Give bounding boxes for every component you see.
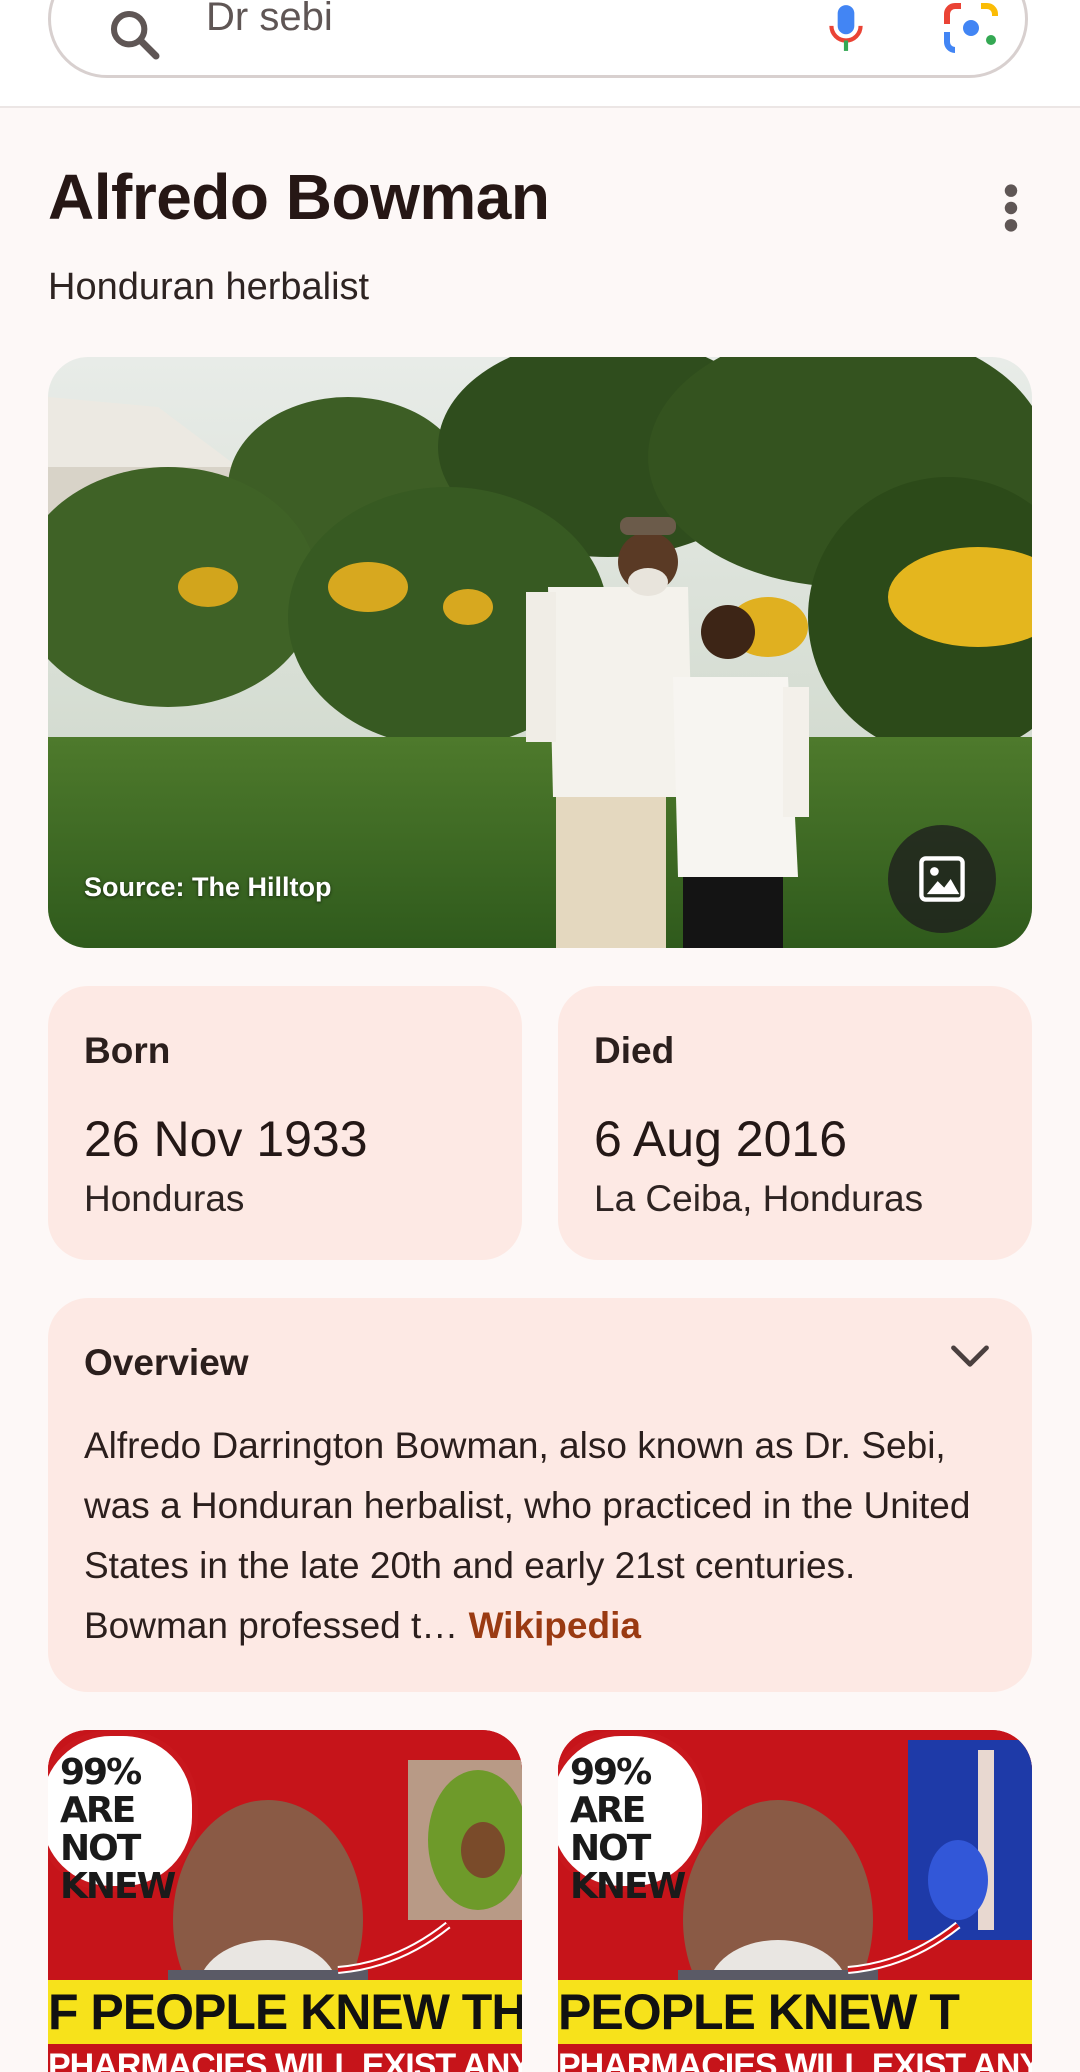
hero-image[interactable]: Source: The Hilltop — [48, 357, 1032, 948]
hero-photo — [48, 357, 1032, 948]
died-label: Died — [594, 1030, 675, 1071]
thumbnail-subheadline: PHARMACIES WILL EXIST ANY — [48, 2044, 522, 2072]
died-date: 6 Aug 2016 — [594, 1111, 848, 1167]
mic-icon[interactable] — [821, 3, 871, 53]
search-input[interactable]: Dr sebi — [206, 0, 333, 40]
died-place: La Ceiba, Honduras — [594, 1178, 924, 1219]
overview-text: Alfredo Darrington Bowman, also known as… — [84, 1416, 1004, 1656]
search-bar[interactable]: Dr sebi — [48, 0, 1028, 78]
thumbnail-headline: F PEOPLE KNEW TH — [48, 1980, 522, 2044]
overview-title: Overview — [84, 1342, 249, 1383]
died-card[interactable]: Died 6 Aug 2016 La Ceiba, Honduras — [558, 986, 1032, 1260]
search-icon[interactable] — [107, 7, 163, 63]
video-thumbnail[interactable]: 99% ARE NOT KNEW F PEOPLE KNEW TH PHARMA… — [48, 1730, 522, 2072]
entity-title: Alfredo Bowman — [48, 161, 550, 233]
thumbnail-headline: PEOPLE KNEW T — [558, 1980, 1032, 2044]
thumbnail-badge: 99% ARE NOT KNEW — [48, 1730, 198, 1906]
born-label: Born — [84, 1030, 171, 1071]
google-lens-icon[interactable] — [941, 3, 1001, 53]
overview-card[interactable]: Overview Alfredo Darrington Bowman, also… — [48, 1298, 1032, 1692]
thumbnail-badge: 99% ARE NOT KNEW — [558, 1730, 708, 1906]
image-icon — [919, 856, 965, 902]
chevron-down-icon[interactable] — [948, 1340, 992, 1374]
video-thumbnail[interactable]: 99% ARE NOT KNEW PEOPLE KNEW T PHARMACIE… — [558, 1730, 1032, 2072]
thumbnail-subheadline: PHARMACIES WILL EXIST ANY — [558, 2044, 1032, 2072]
born-date: 26 Nov 1933 — [84, 1111, 368, 1167]
thumbnail-badge-text: 99% ARE NOT KNEW — [570, 1752, 686, 1907]
thumbnail-badge-text: 99% ARE NOT KNEW — [60, 1752, 176, 1907]
view-images-button[interactable] — [888, 825, 996, 933]
entity-subtitle: Honduran herbalist — [48, 266, 370, 308]
image-source-caption[interactable]: Source: The Hilltop — [84, 872, 332, 903]
search-header: Dr sebi — [0, 0, 1080, 108]
wikipedia-link[interactable]: Wikipedia — [469, 1605, 641, 1646]
more-options-icon[interactable] — [996, 182, 1026, 234]
born-card[interactable]: Born 26 Nov 1933 Honduras — [48, 986, 522, 1260]
born-place: Honduras — [84, 1178, 245, 1219]
